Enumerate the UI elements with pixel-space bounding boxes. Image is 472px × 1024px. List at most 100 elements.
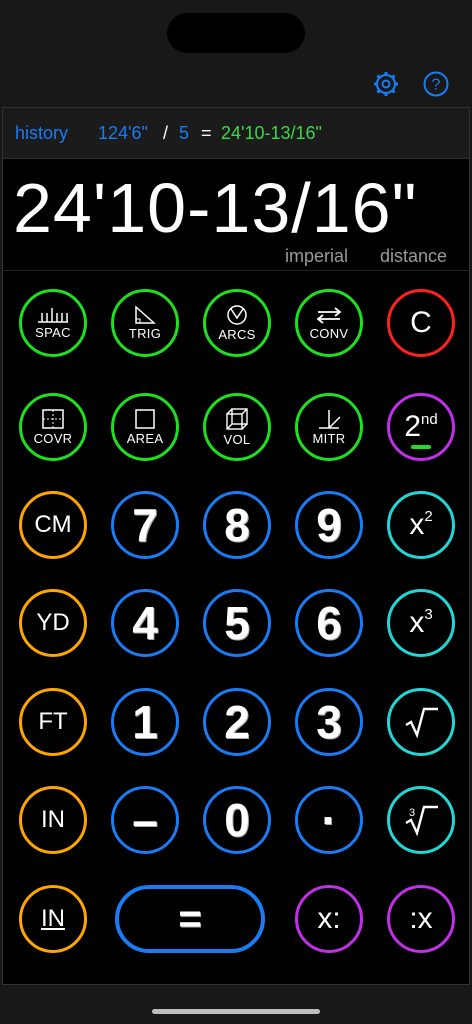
inch-fraction-button[interactable]: IN xyxy=(19,885,87,953)
history-operand-1: 124'6" xyxy=(98,123,148,143)
minus-label: – xyxy=(132,794,158,846)
history-operator: / xyxy=(163,123,169,143)
vol-button[interactable]: VOL xyxy=(203,393,271,461)
square-sup-label: 2 xyxy=(424,508,433,525)
digit-0-button[interactable]: 0 xyxy=(203,786,271,854)
second-label: 2 xyxy=(404,409,421,443)
conv-button[interactable]: CONV xyxy=(295,289,363,357)
covr-button[interactable]: COVR xyxy=(19,393,87,461)
conv-label: CONV xyxy=(309,326,349,341)
inch-fraction-label: IN xyxy=(41,905,65,932)
digit-8-label: 8 xyxy=(224,499,250,551)
cube-icon xyxy=(226,408,248,430)
area-label: AREA xyxy=(126,431,164,446)
history-operand-2: 5 xyxy=(179,123,190,143)
spacing-icon xyxy=(38,308,68,323)
in-label: IN xyxy=(41,806,65,833)
second-sup-label: nd xyxy=(421,410,438,428)
square-area-icon xyxy=(135,409,155,429)
coverage-icon xyxy=(42,409,64,429)
square-button[interactable]: x 2 xyxy=(387,491,455,559)
svg-text:?: ? xyxy=(432,77,441,94)
digit-9-button[interactable]: 9 xyxy=(295,491,363,559)
digit-5-label: 5 xyxy=(224,597,250,649)
digit-1-button[interactable]: 1 xyxy=(111,688,179,756)
arcs-button[interactable]: ARCS xyxy=(203,289,271,357)
display-divider xyxy=(3,270,469,271)
unit-system-label: imperial xyxy=(285,246,349,266)
cube-root-icon: 3 xyxy=(405,805,438,837)
mitr-label: MITR xyxy=(312,431,346,446)
digit-7-label: 7 xyxy=(132,499,158,551)
history-result: 24'10-13/16" xyxy=(221,123,322,143)
cube-button[interactable]: x 3 xyxy=(387,589,455,657)
clear-button[interactable]: C xyxy=(387,289,455,357)
second-indicator xyxy=(411,444,431,449)
settings-button[interactable] xyxy=(372,70,400,98)
covr-label: COVR xyxy=(33,431,73,446)
yd-button[interactable]: YD xyxy=(19,589,87,657)
vol-label: VOL xyxy=(223,432,251,447)
decimal-label: · xyxy=(321,794,337,846)
equals-label: = xyxy=(178,897,202,941)
cube-sup-label: 3 xyxy=(424,606,433,623)
history-equals: = xyxy=(201,123,212,143)
digit-6-label: 6 xyxy=(316,597,342,649)
calculator-panel: history 124'6" / 5 = 24'10-13/16" 24'10-… xyxy=(2,107,470,985)
clear-label: C xyxy=(410,306,432,339)
trig-label: TRIG xyxy=(128,326,162,341)
mitr-button[interactable]: MITR xyxy=(295,393,363,461)
ft-button[interactable]: FT xyxy=(19,688,87,756)
digit-3-button[interactable]: 3 xyxy=(295,688,363,756)
yd-label: YD xyxy=(36,609,70,636)
spac-label: SPAC xyxy=(35,325,71,340)
digit-4-label: 4 xyxy=(132,597,158,649)
ft-label: FT xyxy=(38,708,68,735)
area-button[interactable]: AREA xyxy=(111,393,179,461)
digit-0-label: 0 xyxy=(224,794,250,846)
x-divide-label: x: xyxy=(317,902,341,935)
x-divide-button[interactable]: x: xyxy=(295,885,363,953)
cube-label: x xyxy=(409,606,425,639)
divide-x-button[interactable]: :x xyxy=(387,885,455,953)
main-display: 24'10-13/16" xyxy=(13,169,418,247)
decimal-button[interactable]: · xyxy=(295,786,363,854)
digit-1-label: 1 xyxy=(132,696,158,748)
svg-text:3: 3 xyxy=(409,807,415,819)
miter-angle-icon xyxy=(319,410,341,429)
digit-2-label: 2 xyxy=(224,696,250,748)
gear-icon xyxy=(374,72,398,96)
in-button[interactable]: IN xyxy=(19,786,87,854)
digit-8-button[interactable]: 8 xyxy=(203,491,271,559)
digit-6-button[interactable]: 6 xyxy=(295,589,363,657)
help-button[interactable]: ? xyxy=(422,70,450,98)
arcs-label: ARCS xyxy=(218,327,256,342)
digit-3-label: 3 xyxy=(316,696,342,748)
digit-5-button[interactable]: 5 xyxy=(203,589,271,657)
cube-root-button[interactable]: 3 xyxy=(387,786,455,854)
home-indicator[interactable] xyxy=(152,1009,320,1014)
square-root-button[interactable] xyxy=(387,688,455,756)
digit-7-button[interactable]: 7 xyxy=(111,491,179,559)
second-function-button[interactable]: 2 nd xyxy=(387,393,455,461)
cm-button[interactable]: CM xyxy=(19,491,87,559)
digit-2-button[interactable]: 2 xyxy=(203,688,271,756)
dynamic-island xyxy=(167,13,305,53)
history-bar: history 124'6" / 5 = 24'10-13/16" xyxy=(3,108,469,159)
square-root-icon xyxy=(405,707,438,739)
square-label: x xyxy=(409,508,425,541)
spac-button[interactable]: SPAC xyxy=(19,289,87,357)
triangle-icon xyxy=(135,305,156,324)
trig-button[interactable]: TRIG xyxy=(111,289,179,357)
minus-button[interactable]: – xyxy=(111,786,179,854)
equals-button[interactable]: = xyxy=(115,885,265,953)
divide-x-label: :x xyxy=(409,902,433,935)
cm-label: CM xyxy=(34,511,72,538)
digit-4-button[interactable]: 4 xyxy=(111,589,179,657)
mode-label: distance xyxy=(380,246,448,266)
history-button[interactable]: history xyxy=(15,108,68,158)
convert-arrows-icon xyxy=(316,307,342,324)
question-icon: ? xyxy=(423,71,449,97)
digit-9-label: 9 xyxy=(316,499,342,551)
arc-icon xyxy=(227,305,247,325)
